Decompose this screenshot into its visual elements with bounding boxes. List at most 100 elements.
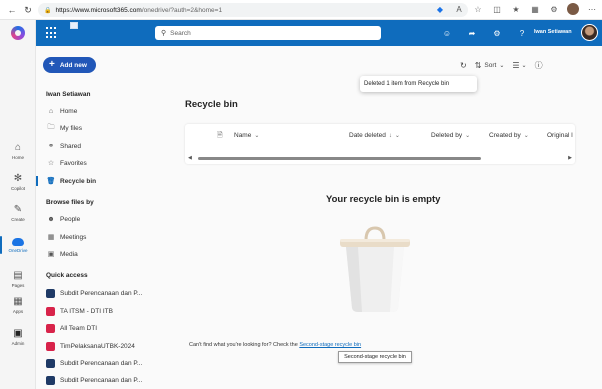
quick-access-label: TimPelaksanaUTBK-2024 xyxy=(60,342,135,350)
sort-down-arrow-icon: ↓ xyxy=(388,132,392,139)
rail-item-onedrive[interactable]: OneDrive xyxy=(0,236,36,254)
search-placeholder: Search xyxy=(170,29,191,37)
nav-item-shared[interactable]: ⚭ Shared xyxy=(46,140,166,152)
browser-profile-avatar[interactable] xyxy=(567,3,579,15)
url-path: /onedrive/?auth=2&home=1 xyxy=(141,6,223,14)
command-bar: ↻ ⇅ Sort ⌄ ☰ ⌄ ⓘ xyxy=(460,60,543,71)
tag-icon[interactable]: ◆ xyxy=(434,3,446,15)
scroll-right-icon[interactable]: ▶ xyxy=(568,155,572,161)
column-label: Date deleted xyxy=(349,132,386,139)
column-header-deleted-by[interactable]: Deleted by ⌄ xyxy=(431,132,470,139)
rail-item-create[interactable]: ✎ Create xyxy=(0,204,36,222)
sort-button[interactable]: ⇅ Sort ⌄ xyxy=(475,61,505,70)
column-header-original-location[interactable]: Original l xyxy=(547,132,573,139)
nav-label: Media xyxy=(60,250,78,258)
settings-gear-icon[interactable]: ⚙ xyxy=(491,27,503,39)
refresh-icon[interactable]: ↻ xyxy=(460,61,467,70)
onedrive-icon xyxy=(12,238,24,246)
rail-label: OneDrive xyxy=(8,248,28,253)
avatar[interactable] xyxy=(581,24,598,41)
chevron-down-icon: ⌄ xyxy=(523,133,529,139)
copilot-header-icon[interactable]: ☺ xyxy=(441,27,453,39)
nav-owner-name: Iwan Setiawan xyxy=(46,91,91,98)
apps-icon: ▦ xyxy=(13,296,23,307)
file-type-icon: 🗎 xyxy=(217,132,223,139)
refresh-icon[interactable]: ↻ xyxy=(21,3,35,17)
scroll-left-icon[interactable]: ◀ xyxy=(188,155,192,161)
address-bar[interactable]: 🔒 https://www.microsoft365.com/onedrive/… xyxy=(38,3,468,17)
share-icon[interactable]: ➦ xyxy=(466,27,478,39)
column-header-created-by[interactable]: Created by ⌄ xyxy=(489,132,529,139)
second-stage-recycle-bin-link[interactable]: Second-stage recycle bin xyxy=(299,342,361,348)
nav-item-meetings[interactable]: ▦ Meetings xyxy=(46,231,166,243)
search-icon: ⚲ xyxy=(161,30,167,37)
quick-access-label: Subdit Perencanaan dan P... xyxy=(60,359,143,367)
nav-item-people[interactable]: ☻ People xyxy=(46,213,166,225)
nav-label: Meetings xyxy=(60,233,87,241)
empty-state-title: Your recycle bin is empty xyxy=(326,194,441,205)
help-icon[interactable]: ? xyxy=(516,27,528,39)
quick-access-label: TA ITSM - DTI ITB xyxy=(60,307,113,315)
favorites-bar-icon[interactable]: ★ xyxy=(510,3,522,15)
split-screen-icon[interactable]: ◫ xyxy=(491,3,503,15)
site-icon xyxy=(46,288,55,298)
quick-access-item[interactable]: Subdit Perencanaan dan P... xyxy=(46,374,166,386)
info-icon[interactable]: ⓘ xyxy=(535,60,543,71)
admin-icon: ▣ xyxy=(13,328,23,339)
search-input[interactable]: ⚲ Search xyxy=(155,26,381,40)
create-icon: ✎ xyxy=(13,204,23,215)
scrollbar-thumb[interactable] xyxy=(198,157,481,160)
user-name[interactable]: Iwan Setiawan xyxy=(534,29,572,35)
nav-item-favorites[interactable]: ☆ Favorites xyxy=(46,157,166,169)
url-host: https://www.microsoft365.com xyxy=(55,6,142,14)
browser-toolbar: ← ↻ 🔒 https://www.microsoft365.com/onedr… xyxy=(0,0,602,20)
rail-item-pages[interactable]: ▤ Pages xyxy=(0,270,36,288)
nav-item-my-files[interactable]: 🗀 My files xyxy=(46,122,166,134)
calendar-icon: ▦ xyxy=(47,234,55,241)
quick-access-label: Subdit Perencanaan dan P... xyxy=(60,376,143,384)
app-launcher-icon[interactable] xyxy=(46,27,58,39)
home-icon: ⌂ xyxy=(14,142,22,153)
column-label: Original l xyxy=(547,132,573,139)
rail-item-copilot[interactable]: ✻ Copilot xyxy=(0,173,36,191)
chevron-down-icon: ⌄ xyxy=(521,63,527,69)
extension-icon[interactable]: ⚙ xyxy=(548,3,560,15)
rail-item-home[interactable]: ⌂ Home xyxy=(0,142,36,160)
rail-item-admin[interactable]: ▣ Admin xyxy=(0,328,36,346)
column-label: Deleted by xyxy=(431,132,463,139)
second-stage-hint: Can't find what you're looking for? Chec… xyxy=(189,342,361,348)
star-icon: ☆ xyxy=(47,160,55,167)
collections-icon[interactable]: ▦ xyxy=(529,3,541,15)
rail-label: Copilot xyxy=(10,186,25,191)
column-header-date-deleted[interactable]: Date deleted ↓ ⌄ xyxy=(349,132,400,139)
read-aloud-icon[interactable]: A xyxy=(453,3,465,15)
rail-item-apps[interactable]: ▦ Apps xyxy=(0,296,36,314)
quick-access-item[interactable]: Subdit Perencanaan dan P... xyxy=(46,357,166,369)
nav-label: My files xyxy=(60,124,83,132)
quick-access-item[interactable]: All Team DTI xyxy=(46,322,166,334)
sort-icon: ⇅ xyxy=(474,61,482,70)
m365-logo-icon[interactable] xyxy=(11,26,25,40)
rail-label: Admin xyxy=(11,341,25,346)
back-icon[interactable]: ← xyxy=(5,3,19,17)
horizontal-scrollbar[interactable]: ◀ ▶ xyxy=(188,155,572,161)
sort-label: Sort xyxy=(484,62,497,69)
plus-icon: + xyxy=(49,59,55,70)
column-header-name[interactable]: Name ⌄ xyxy=(234,132,259,139)
copilot-icon: ✻ xyxy=(13,173,23,184)
quick-access-item[interactable]: TA ITSM - DTI ITB xyxy=(46,305,166,317)
view-options-button[interactable]: ☰ ⌄ xyxy=(512,61,526,70)
app-header: ⚲ Search ☺ ➦ ⚙ ? Iwan Setiawan xyxy=(36,20,602,46)
hint-text: Can't find what you're looking for? Chec… xyxy=(189,342,300,348)
quick-access-item[interactable]: Subdit Perencanaan dan P... xyxy=(46,287,166,299)
quick-access-item[interactable]: TimPelaksanaUTBK-2024 xyxy=(46,340,166,352)
more-icon[interactable]: ⋯ xyxy=(586,3,598,15)
nav-item-home[interactable]: ⌂ Home xyxy=(46,105,166,117)
nav-item-recycle-bin[interactable]: 🗑 Recycle bin xyxy=(36,175,166,187)
nav-item-media[interactable]: ▣ Media xyxy=(46,248,166,260)
favorite-icon[interactable]: ☆ xyxy=(472,3,484,15)
broken-logo-image xyxy=(70,22,78,29)
notification-toast: Deleted 1 item from Recycle bin xyxy=(360,76,477,92)
add-new-button[interactable]: + Add new xyxy=(43,57,96,73)
main-content: ↻ ⇅ Sort ⌄ ☰ ⌄ ⓘ Deleted 1 item from Rec… xyxy=(170,46,602,389)
